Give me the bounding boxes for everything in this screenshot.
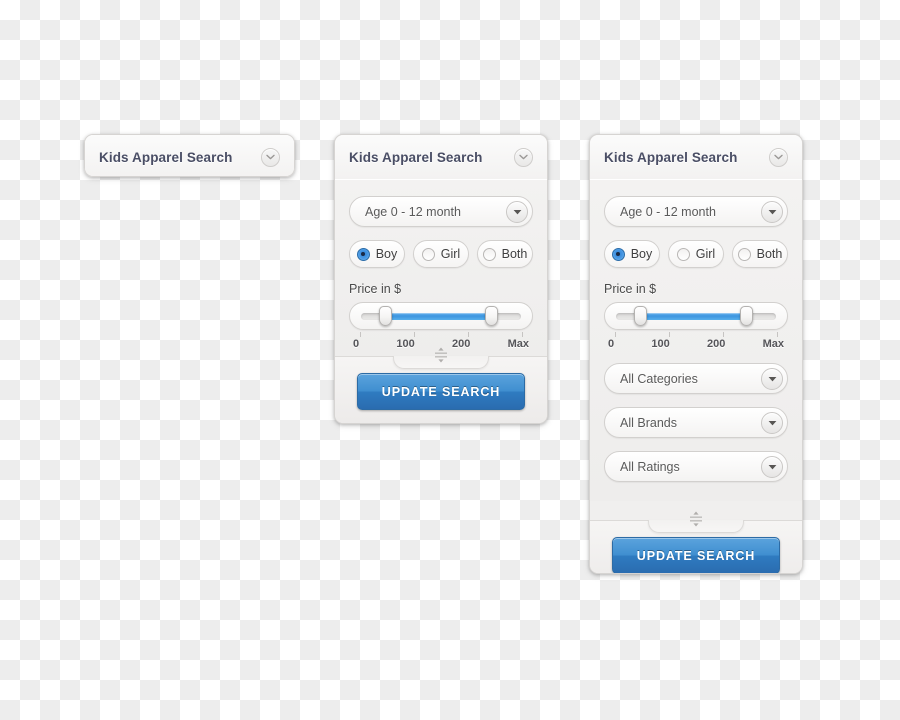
scale-tick-label: 0 [353,338,360,350]
update-search-button[interactable]: UPDATE SEARCH [357,373,525,410]
radio-label: Boy [630,247,653,261]
radio-indicator [356,247,370,261]
slider-handle-min[interactable] [379,306,392,326]
chevron-down-icon [266,154,275,160]
slider-range-fill [640,312,746,320]
price-slider-section: Price in $ 0 100 200 Max [349,282,533,350]
update-search-button[interactable]: UPDATE SEARCH [612,537,780,573]
price-slider-section: Price in $ 0 100 200 Max [604,282,788,350]
triangle-down-icon[interactable] [761,367,783,390]
scale-tick-label: Max [762,338,784,350]
radio-option-boy[interactable]: Boy [349,240,405,268]
scale-tick-label: Max [507,338,529,350]
radio-option-both[interactable]: Both [477,240,533,268]
page-title: Kids Apparel Search [99,149,233,165]
ratings-select-row: All Ratings [604,451,788,482]
slider-handle-max[interactable] [484,306,498,326]
price-label: Price in $ [604,282,657,296]
page-title: Kids Apparel Search [604,149,738,165]
price-slider[interactable] [349,302,533,330]
triangle-down-icon[interactable] [761,411,783,434]
age-select-row: Age 0 - 12 month [349,196,533,227]
radio-option-girl[interactable]: Girl [413,240,469,268]
resize-vertical-icon[interactable] [687,510,705,528]
price-slider[interactable] [604,302,788,330]
radio-indicator [676,247,690,261]
scale-tick-label: 200 [706,338,726,350]
triangle-down-icon[interactable] [506,200,528,223]
scale-tick-label: 100 [396,338,415,350]
radio-indicator [482,247,496,261]
resize-vertical-icon[interactable] [432,346,450,364]
page-title: Kids Apparel Search [349,149,483,165]
triangle-down-icon[interactable] [761,455,783,478]
categories-select[interactable]: All Categories [604,363,788,394]
radio-label: Girl [440,247,461,261]
radio-option-boy[interactable]: Boy [604,240,660,268]
panel-expanded: Kids Apparel Search Age 0 - 12 month Boy [589,134,803,574]
brands-select-value: All Brands [620,415,677,430]
price-label: Price in $ [349,282,402,296]
slider-handle-max[interactable] [739,306,753,326]
slider-ticks [615,332,778,337]
radio-option-girl[interactable]: Girl [668,240,724,268]
scale-tick-label: 0 [608,338,615,350]
panel-body: Age 0 - 12 month Boy Girl Both Price in … [335,180,547,356]
panel-header[interactable]: Kids Apparel Search [85,135,294,176]
slider-scale: 0 100 200 Max [604,337,788,350]
scale-tick-label: 100 [651,338,670,350]
brands-select[interactable]: All Brands [604,407,788,438]
panel-header[interactable]: Kids Apparel Search [590,135,802,180]
radio-option-both[interactable]: Both [732,240,788,268]
gender-radio-group: Boy Girl Both [349,240,533,268]
radio-label: Both [501,247,528,261]
radio-indicator [611,247,625,261]
panel-collapsed: Kids Apparel Search [84,134,295,177]
radio-label: Boy [375,247,398,261]
age-select-row: Age 0 - 12 month [604,196,788,227]
slider-track[interactable] [361,306,521,326]
categories-select-value: All Categories [620,371,698,386]
scale-tick-label: 200 [451,338,471,350]
slider-track[interactable] [616,306,776,326]
panel-body: Age 0 - 12 month Boy Girl Both Price in … [590,180,802,501]
chevron-down-icon [519,154,528,160]
chevron-down-icon [774,154,783,160]
slider-ticks [360,332,523,337]
panel-footer: UPDATE SEARCH [590,511,802,573]
panel-medium: Kids Apparel Search Age 0 - 12 month Boy [334,134,548,424]
gender-radio-group: Boy Girl Both [604,240,788,268]
age-select-value: Age 0 - 12 month [365,204,461,219]
categories-select-row: All Categories [604,363,788,394]
collapse-toggle-button[interactable] [769,147,788,167]
slider-range-fill [385,312,491,320]
slider-handle-min[interactable] [634,306,647,326]
age-select[interactable]: Age 0 - 12 month [349,196,533,227]
panel-header[interactable]: Kids Apparel Search [335,135,547,180]
brands-select-row: All Brands [604,407,788,438]
collapse-toggle-button[interactable] [261,147,280,167]
radio-indicator [737,247,751,261]
radio-label: Girl [695,247,716,261]
age-select[interactable]: Age 0 - 12 month [604,196,788,227]
panel-footer: UPDATE SEARCH [335,347,547,423]
ratings-select[interactable]: All Ratings [604,451,788,482]
radio-label: Both [756,247,783,261]
triangle-down-icon[interactable] [761,200,783,223]
radio-indicator [421,247,435,261]
ratings-select-value: All Ratings [620,459,680,474]
age-select-value: Age 0 - 12 month [620,204,716,219]
collapse-toggle-button[interactable] [514,147,533,167]
